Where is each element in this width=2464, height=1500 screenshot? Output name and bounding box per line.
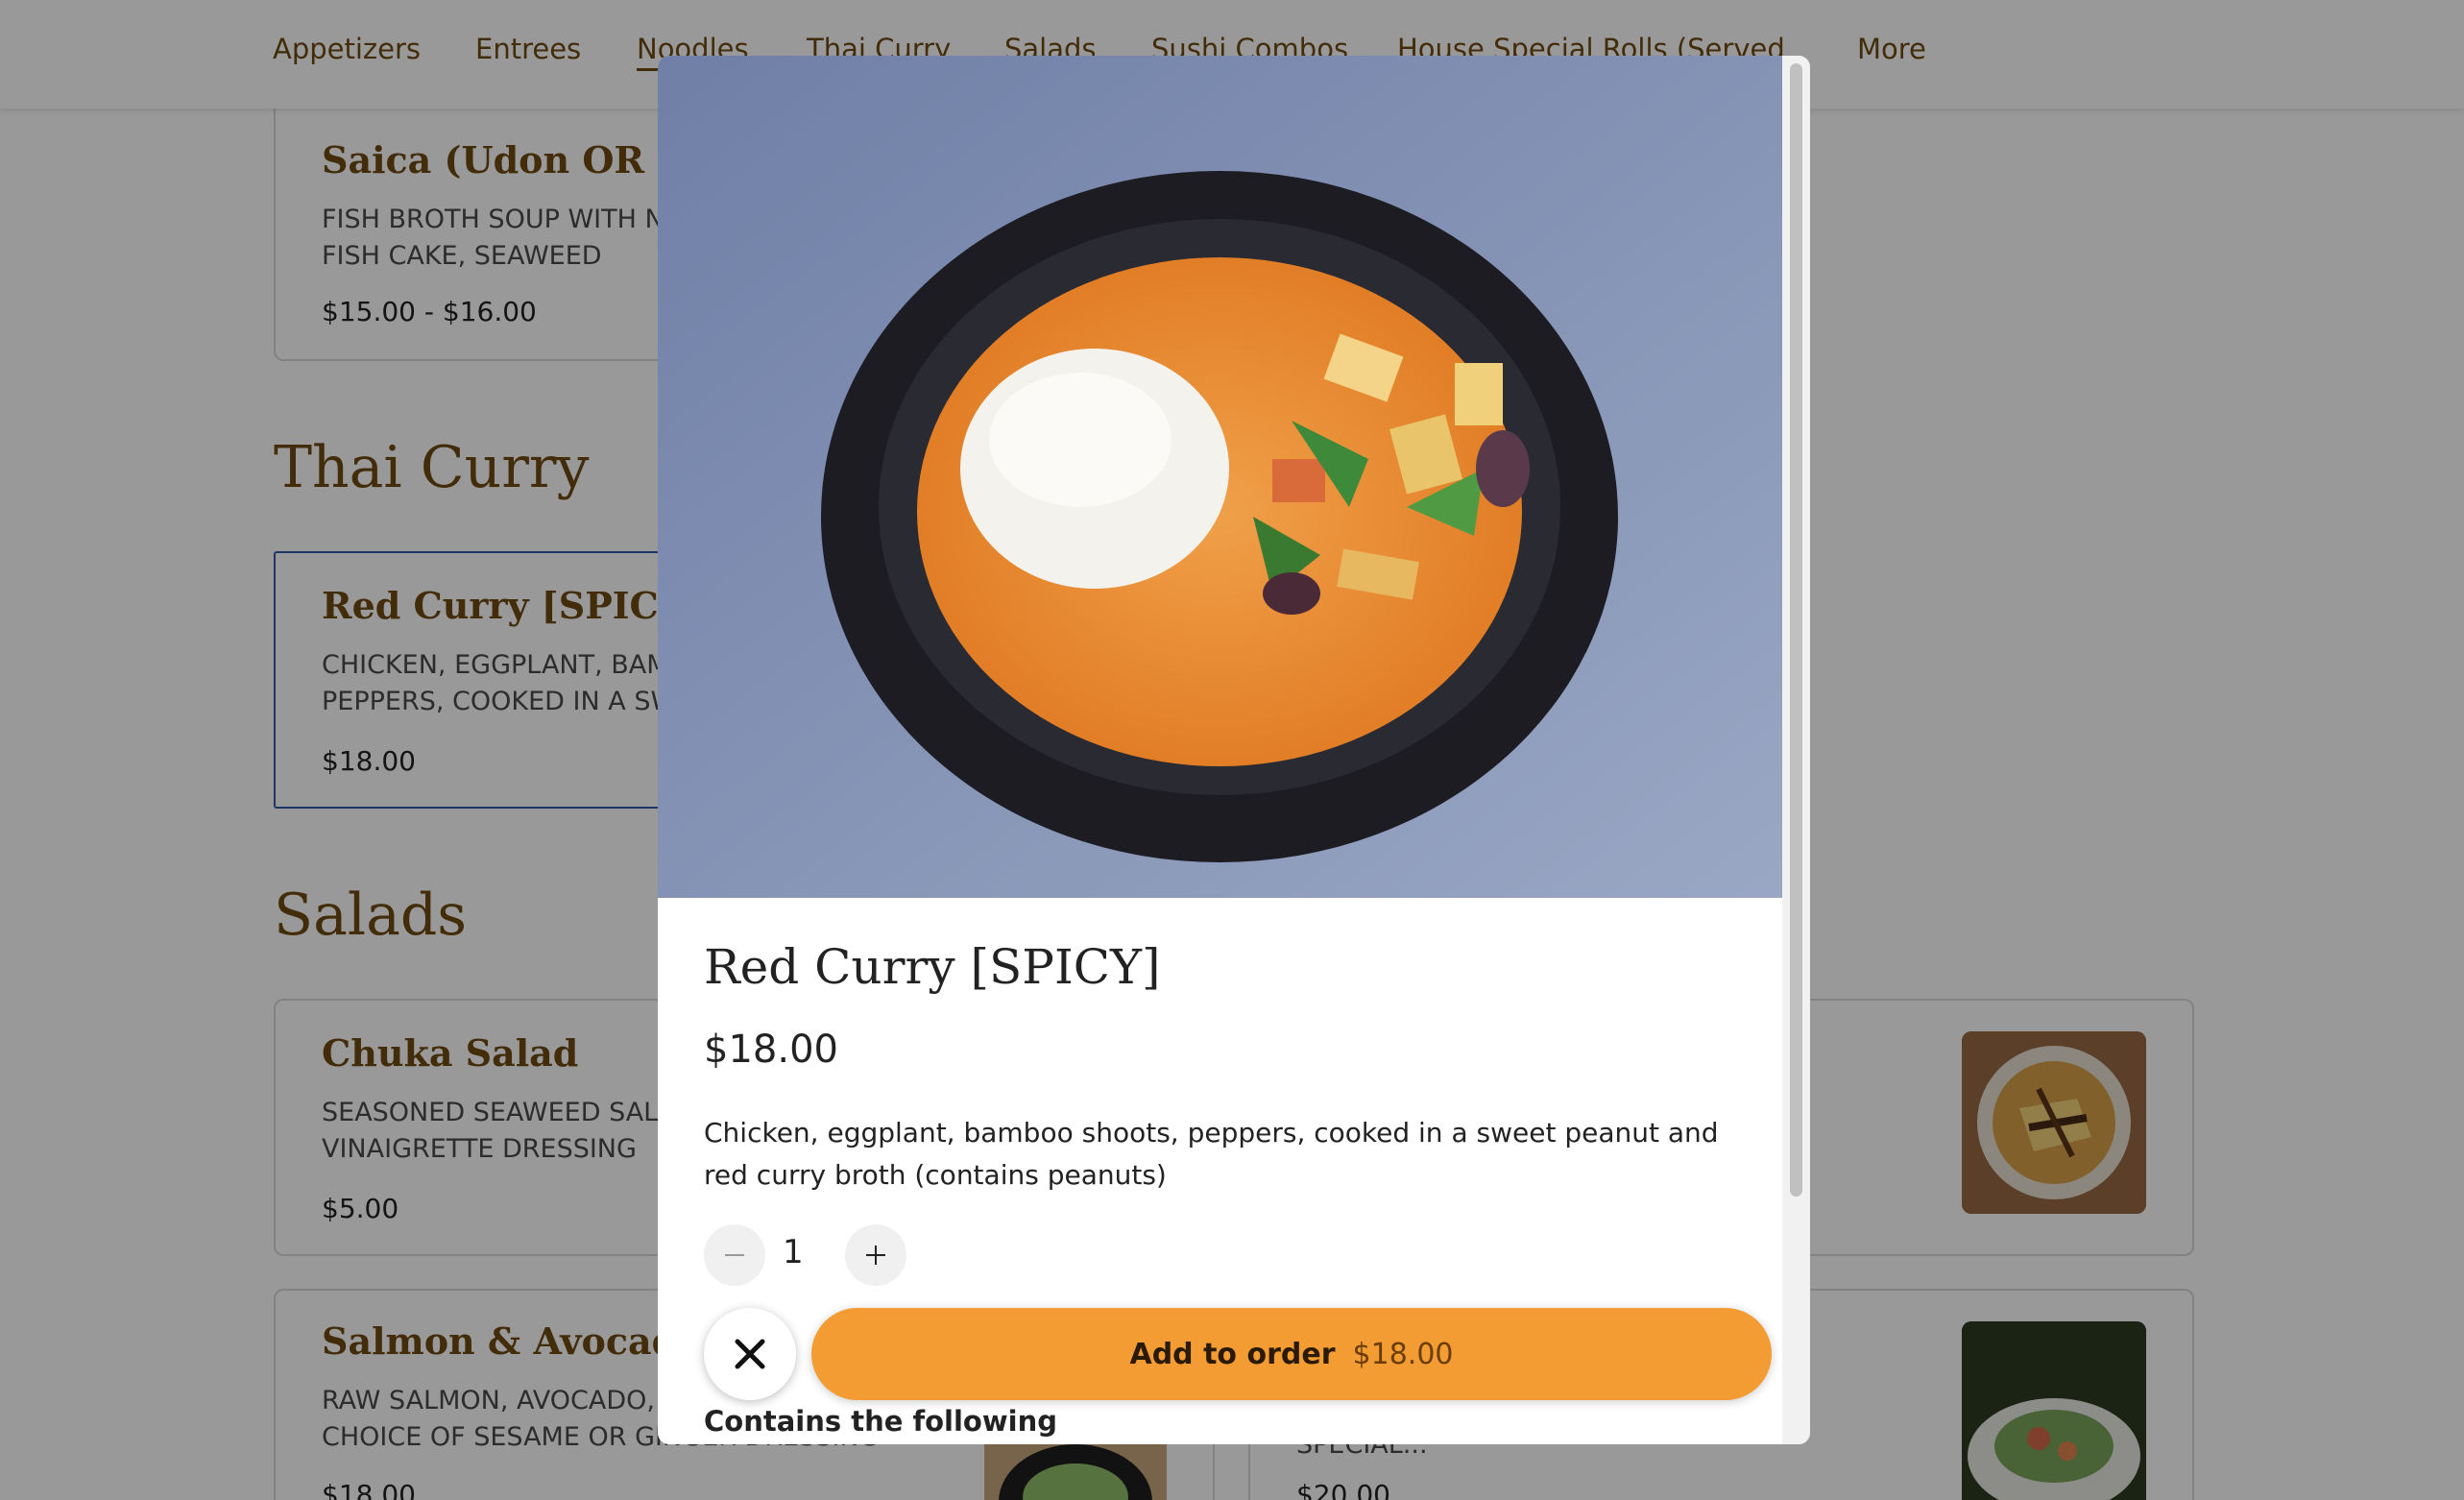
add-to-order-label: Add to order [1129,1337,1336,1371]
plus-icon [866,1246,885,1265]
minus-icon [725,1254,744,1256]
add-to-order-price: $18.00 [1352,1337,1454,1371]
close-modal-button[interactable] [704,1308,796,1400]
dish-photo [658,56,1782,898]
add-to-order-button[interactable]: Add to order $18.00 [811,1308,1772,1400]
modal-item-title: Red Curry [SPICY] [704,939,1161,995]
quantity-value: 1 [783,1233,804,1271]
modal-scrollbar-thumb[interactable] [1790,63,1802,1197]
item-detail-modal: Red Curry [SPICY] $18.00 Chicken, eggpla… [658,56,1810,1444]
modal-item-price: $18.00 [704,1028,838,1072]
modal-item-description: Chicken, eggplant, bamboo shoots, pepper… [704,1117,1719,1191]
quantity-decrement-button[interactable] [704,1224,765,1286]
close-icon [735,1339,765,1369]
quantity-increment-button[interactable] [845,1224,906,1286]
contains-heading: Contains the following [704,1405,1057,1438]
modal-scrollbar[interactable] [1782,56,1810,1444]
